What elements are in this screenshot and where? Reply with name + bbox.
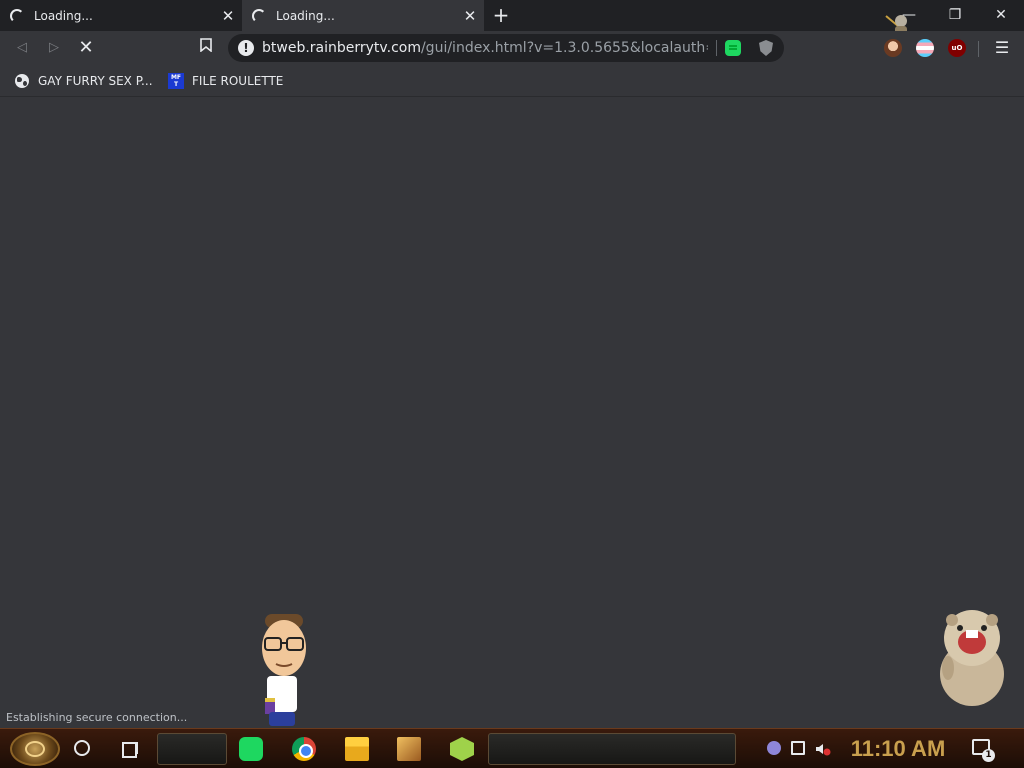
tab-title: Loading... xyxy=(34,8,93,23)
tab-close-icon[interactable]: ✕ xyxy=(462,8,478,24)
mft-icon: MF T xyxy=(168,73,184,89)
volume-muted-icon[interactable] xyxy=(815,741,831,756)
tab-title: Loading... xyxy=(276,8,335,23)
taskbar-search-panel[interactable] xyxy=(157,733,227,765)
address-bar[interactable]: ! btweb.rainberrytv.com/gui/index.html?v… xyxy=(228,34,784,62)
taskbar-clock[interactable]: 11:10 AM xyxy=(846,734,950,764)
cube-app-icon[interactable] xyxy=(450,737,474,761)
spotify-icon[interactable] xyxy=(239,737,263,761)
bookmark-label: FILE ROULETTE xyxy=(192,74,284,88)
site-info-icon[interactable]: ! xyxy=(238,40,254,56)
tab-close-icon[interactable]: ✕ xyxy=(220,8,236,24)
bookmark-label: GAY FURRY SEX P... xyxy=(38,74,153,88)
cortana-icon[interactable] xyxy=(74,740,90,756)
omnibox-separator xyxy=(716,40,717,56)
tab-strip: Loading... ✕ Loading... ✕ + — ❐ ✕ xyxy=(0,0,1024,38)
window-close-button[interactable]: ✕ xyxy=(978,0,1024,30)
ublock-origin-icon[interactable]: uO xyxy=(948,39,966,57)
bookmark-item-gay-furry[interactable]: GAY FURRY SEX P... xyxy=(15,71,153,91)
shield-icon[interactable] xyxy=(759,40,773,56)
page-content xyxy=(0,98,1024,728)
task-view-icon[interactable] xyxy=(120,739,140,758)
flag-extension-icon[interactable] xyxy=(916,39,934,57)
tor-icon[interactable] xyxy=(767,741,781,755)
bookmark-icon[interactable] xyxy=(196,37,216,59)
new-tab-button[interactable]: + xyxy=(490,4,512,26)
browser-menu-button[interactable]: ☰ xyxy=(994,37,1010,59)
chrome-icon[interactable] xyxy=(292,737,316,761)
steampunk-clock-icon xyxy=(25,741,45,757)
forward-button[interactable]: ▷ xyxy=(43,37,65,59)
tab-loading-1[interactable]: Loading... ✕ xyxy=(0,0,242,31)
minimize-button[interactable]: — xyxy=(886,0,932,30)
loading-spinner-icon xyxy=(252,8,266,23)
network-icon[interactable] xyxy=(791,741,805,755)
start-button[interactable] xyxy=(10,732,60,766)
url-host: btweb.rainberrytv.com xyxy=(262,40,421,56)
taskbar-empty-panel xyxy=(488,733,736,765)
file-explorer-icon[interactable] xyxy=(345,737,369,761)
bookmarks-bar: GAY FURRY SEX P... MF T FILE ROULETTE xyxy=(0,65,1024,97)
globe-icon xyxy=(15,74,29,88)
hank-hill-sticker xyxy=(262,614,306,726)
laughing-gopher-sticker xyxy=(940,610,1004,706)
loading-spinner-icon xyxy=(10,8,24,23)
url-text[interactable]: btweb.rainberrytv.com/gui/index.html?v=1… xyxy=(262,40,708,56)
game-box-icon[interactable] xyxy=(397,737,421,761)
status-bubble: Establishing secure connection... xyxy=(0,708,194,728)
avatar-extension-icon[interactable] xyxy=(884,39,902,57)
extension-green-icon[interactable] xyxy=(725,40,741,56)
bookmark-item-file-roulette[interactable]: MF T FILE ROULETTE xyxy=(168,71,283,91)
windows-taskbar: 11:10 AM 1 xyxy=(0,728,1024,768)
stop-loading-button[interactable]: ✕ xyxy=(75,37,97,59)
url-path: /gui/index.html?v=1.3.0.5655&localauth=l… xyxy=(420,40,708,56)
back-button[interactable]: ◁ xyxy=(11,37,33,59)
system-tray xyxy=(763,733,841,765)
browser-toolbar: ◁ ▷ ✕ ! btweb.rainberrytv.com/gui/index.… xyxy=(0,31,1024,65)
tab-loading-2[interactable]: Loading... ✕ xyxy=(242,0,484,31)
restore-button[interactable]: ❐ xyxy=(932,0,978,30)
toolbar-divider xyxy=(978,41,979,57)
notification-count-badge: 1 xyxy=(982,749,995,762)
